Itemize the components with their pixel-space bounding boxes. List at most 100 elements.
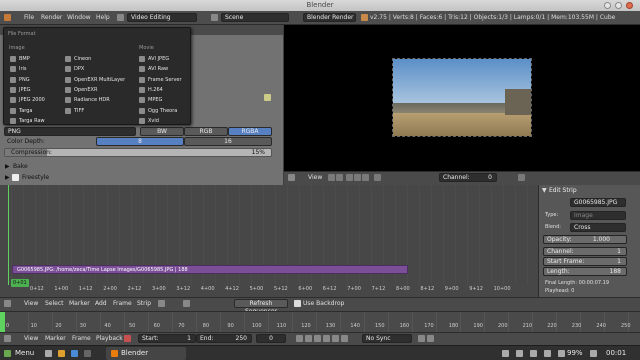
start-frame-field[interactable]: Start Frame: 1 [543,257,627,266]
keying-icon[interactable] [418,335,425,342]
format-option[interactable]: Targa Raw [10,116,45,126]
editor-type-icon[interactable] [4,335,11,342]
color-mode-rgb[interactable]: RGB [184,127,228,136]
format-option[interactable]: JPEG [10,85,31,95]
bluetooth-icon[interactable] [516,350,523,357]
terminal-icon[interactable] [84,350,91,357]
menu-add[interactable]: Add [95,300,107,307]
format-option[interactable]: DPX [65,64,84,74]
refresh-icon[interactable] [518,174,525,181]
clock[interactable]: 00:01 [606,349,626,357]
channel-b-icon[interactable] [362,174,369,181]
length-field[interactable]: Length: 188 [543,267,627,276]
render-engine-select[interactable]: Blender Render [303,13,356,22]
jump-end-icon[interactable] [341,335,348,342]
channel-g-icon[interactable] [354,174,361,181]
current-frame-input[interactable]: 0 [256,334,286,343]
file-format-select[interactable]: PNG [4,127,136,136]
minimize-button[interactable] [604,2,611,9]
play-reverse-icon[interactable] [314,335,321,342]
view-type-icon[interactable] [158,300,165,307]
backdrop-checkbox[interactable] [294,300,301,307]
next-keyframe-icon[interactable] [332,335,339,342]
screen-layout-field[interactable]: Video Editing [127,13,197,22]
opacity-slider[interactable]: Opacity: 1.000 [543,235,627,244]
format-option[interactable]: Ogg Theora [139,106,177,116]
overlay-icon[interactable] [374,174,381,181]
wifi-icon[interactable] [544,350,551,357]
start-frame-input[interactable]: Start: 1 [138,334,196,343]
freestyle-expand-icon[interactable]: ▶ [5,174,10,181]
format-option[interactable]: H.264 [139,85,163,95]
bake-expand-icon[interactable]: ▶ [5,163,10,170]
format-option[interactable]: Radiance HDR [65,95,110,105]
bake-panel-label[interactable]: Bake [13,163,28,170]
menu-file[interactable]: File [24,14,34,21]
format-option[interactable]: OpenEXR MultiLayer [65,75,125,85]
format-option[interactable]: AVI Raw [139,64,168,74]
sync-select[interactable]: No Sync [362,334,412,343]
timeline-menu-view[interactable]: View [24,335,38,342]
notifications-icon[interactable] [590,350,597,357]
volume-icon[interactable] [530,350,537,357]
editor-type-icon[interactable] [288,174,295,181]
freestyle-checkbox[interactable] [12,174,19,181]
menu-view[interactable]: View [24,300,38,307]
freestyle-panel-label[interactable]: Freestyle [22,174,49,181]
menu-help[interactable]: Help [96,14,110,21]
color-mode-bw[interactable]: BW [140,127,184,136]
format-option[interactable]: Frame Server [139,75,182,85]
preview-view-menu[interactable]: View [308,174,322,181]
battery-icon[interactable] [558,350,565,357]
maximize-button[interactable] [615,2,622,9]
format-option[interactable]: PNG [10,75,30,85]
record-icon[interactable] [124,335,131,342]
scene-icon[interactable] [211,14,218,21]
use-backdrop-label[interactable]: Use Backdrop [303,300,344,307]
taskbar-blender-window[interactable]: Blender [106,347,186,360]
refresh-sequencer-button[interactable]: Refresh Sequencer [234,299,288,315]
timeline-menu-playback[interactable]: Playback [96,335,123,342]
end-frame-input[interactable]: End: 250 [196,334,252,343]
menu-window[interactable]: Window [67,14,91,21]
format-option[interactable]: AVI JPEG [139,54,169,64]
channel-field[interactable]: Channel: 0 [439,173,497,182]
color-depth-16[interactable]: 16 [184,137,272,146]
editor-type-icon[interactable] [4,300,11,307]
editor-type-icon[interactable] [4,14,11,21]
format-option[interactable]: Iris [10,64,27,74]
play-icon[interactable] [323,335,330,342]
display-icon[interactable] [183,300,190,307]
scene-field[interactable]: Scene [221,13,289,22]
jump-start-icon[interactable] [296,335,303,342]
format-option[interactable]: Cineon [65,54,91,64]
menu-frame[interactable]: Frame [113,300,132,307]
format-option[interactable]: JPEG 2000 [10,95,45,105]
image-strip[interactable]: G0065985.JPG: /home/zeca/Time Lapse Imag… [12,265,408,274]
format-option[interactable]: Targa [10,106,33,116]
format-option[interactable]: BMP [10,54,30,64]
color-depth-8[interactable]: 8 [96,137,184,146]
timeline[interactable]: 0 10 20 30 40 50 60 70 80 90 100 110 120 130 140 150 160… [0,311,640,332]
channel-r-icon[interactable] [346,174,353,181]
menu-strip[interactable]: Strip [137,300,151,307]
menu-select[interactable]: Select [45,300,64,307]
display-mode-icon[interactable] [336,174,343,181]
screen-layout-icon[interactable] [117,14,124,21]
prev-keyframe-icon[interactable] [305,335,312,342]
firefox-icon[interactable] [58,350,65,357]
network-icon[interactable] [502,350,509,357]
display-mode-icon[interactable] [328,174,335,181]
menu-icon[interactable] [4,350,11,357]
show-desktop-icon[interactable] [45,350,52,357]
files-icon[interactable] [71,350,78,357]
format-option[interactable]: MPEG [139,95,162,105]
sequencer-timeline[interactable]: G0065985.JPG: /home/zeca/Time Lapse Imag… [0,185,538,297]
folder-icon[interactable] [264,94,271,101]
channel-number-field[interactable]: Channel: 1 [543,247,627,256]
timeline-menu-frame[interactable]: Frame [72,335,91,342]
close-button[interactable] [626,2,633,9]
format-option[interactable]: Xvid [139,116,159,126]
blend-select[interactable]: Cross [570,223,626,232]
timeline-menu-marker[interactable]: Marker [45,335,66,342]
